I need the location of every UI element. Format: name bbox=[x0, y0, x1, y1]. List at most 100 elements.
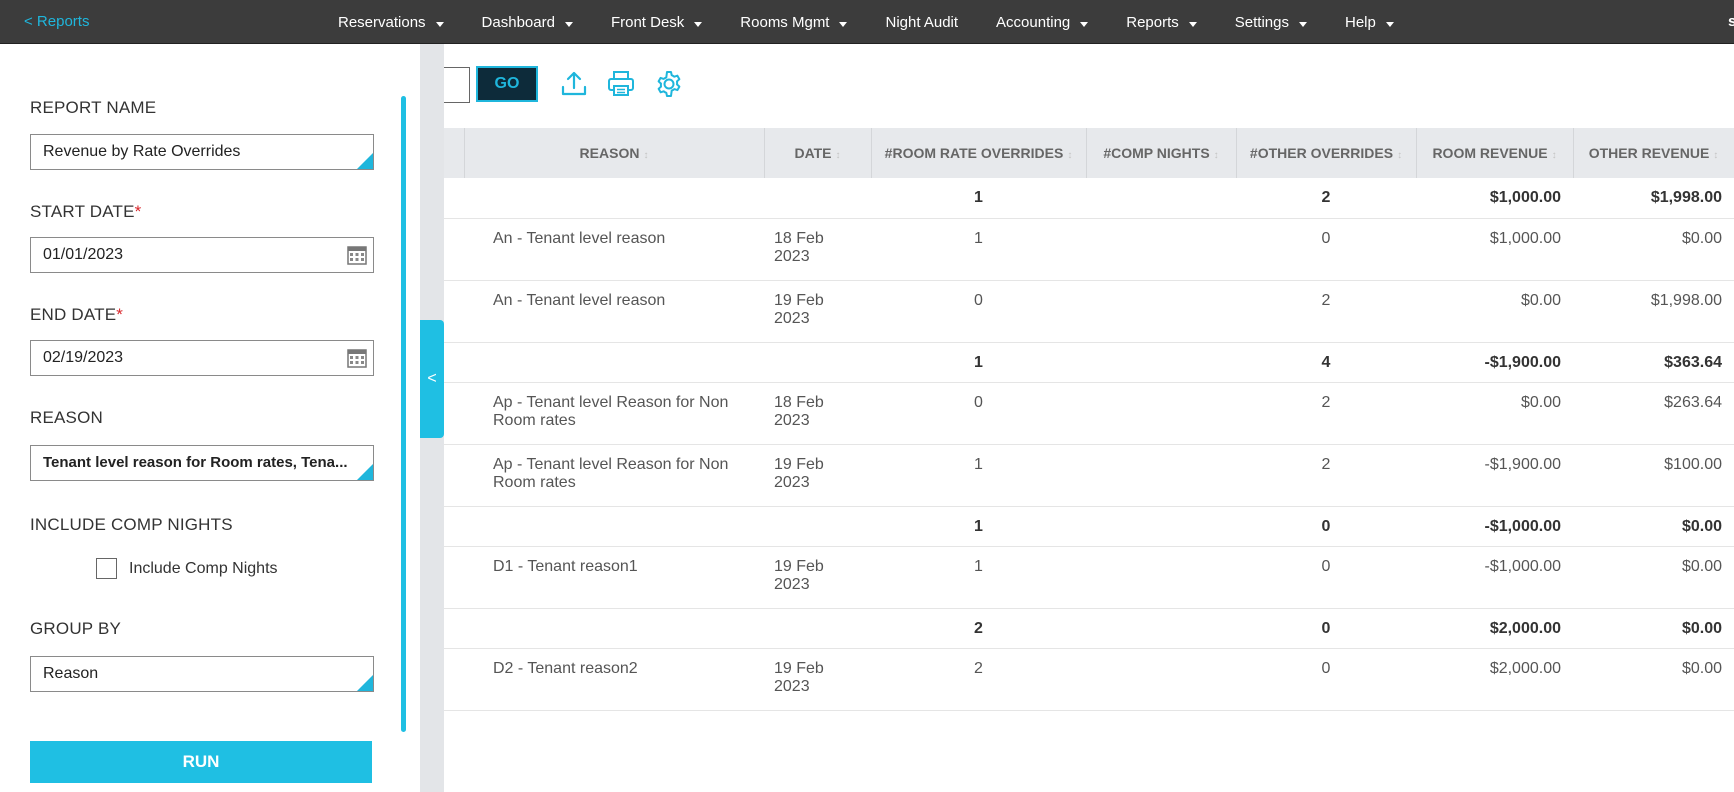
column-header-room-rate-overrides[interactable]: #ROOM RATE OVERRIDES ↕ bbox=[871, 128, 1087, 178]
group-total-row: 1 0 -$1,000.00 $0.00 bbox=[444, 506, 1734, 547]
column-header-reason[interactable]: REASON ↕ bbox=[464, 128, 765, 178]
nav-menu-item-accounting[interactable]: Accounting bbox=[996, 13, 1089, 31]
date-cell: 19 Feb 2023 bbox=[764, 546, 871, 609]
row-spacer-cell bbox=[444, 382, 464, 445]
column-header-room-revenue[interactable]: ROOM REVENUE ↕ bbox=[1416, 128, 1574, 178]
date-cell: 18 Feb 2023 bbox=[764, 382, 871, 445]
other-revenue-cell: $0.00 bbox=[1573, 546, 1734, 609]
settings-gear-icon[interactable] bbox=[655, 70, 683, 98]
room-revenue-cell: $1,000.00 bbox=[1416, 178, 1573, 219]
room-revenue-cell: $2,000.00 bbox=[1416, 648, 1573, 711]
table-header-row: REASON ↕ DATE ↕ #ROOM RATE OVERRIDES ↕ #COMP N… bbox=[444, 128, 1734, 178]
column-header-label: #COMP NIGHTS bbox=[1103, 145, 1210, 161]
room-rate-overrides-cell: 1 bbox=[871, 178, 1086, 219]
caret-down-icon bbox=[694, 21, 703, 27]
nav-menu-item-dashboard[interactable]: Dashboard bbox=[482, 14, 573, 31]
panel-scrollbar[interactable] bbox=[401, 96, 406, 732]
reason-cell bbox=[464, 178, 764, 219]
include-comp-nights-checkbox-label[interactable]: Include Comp Nights bbox=[129, 560, 278, 578]
nav-menu-item-settings[interactable]: Settings bbox=[1235, 14, 1307, 31]
nav-menu-item-front-desk[interactable]: Front Desk bbox=[611, 14, 703, 31]
date-day-month: 18 Feb bbox=[774, 393, 824, 411]
print-icon[interactable] bbox=[607, 70, 635, 98]
room-revenue-cell: $0.00 bbox=[1416, 382, 1573, 445]
nav-menu-item-reservations[interactable]: Reservations bbox=[338, 14, 444, 31]
caret-down-icon bbox=[564, 21, 573, 27]
start-date-value: 01/01/2023 bbox=[43, 246, 124, 263]
nav-menu-item-label: Settings bbox=[1234, 13, 1289, 31]
table-row: D2 - Tenant reason2 19 Feb 2023 2 0 $2,000.00… bbox=[444, 648, 1734, 711]
room-revenue-cell: -$1,900.00 bbox=[1416, 342, 1573, 383]
start-date-label: START DATE* bbox=[30, 202, 142, 221]
report-name-select[interactable]: Revenue by Rate Overrides bbox=[30, 134, 374, 170]
reason-cell: Ap - Tenant level Reason for Non Room ra… bbox=[464, 382, 764, 445]
go-button[interactable]: GO bbox=[476, 66, 538, 102]
sort-icon[interactable]: ↕ bbox=[1397, 150, 1402, 161]
sort-icon[interactable]: ↕ bbox=[1214, 150, 1219, 161]
reason-label: REASON bbox=[30, 408, 103, 427]
comp-nights-cell bbox=[1086, 280, 1236, 343]
other-overrides-cell: 0 bbox=[1236, 608, 1416, 649]
column-header-comp-nights[interactable]: #COMP NIGHTS ↕ bbox=[1086, 128, 1237, 178]
other-revenue-cell: $0.00 bbox=[1573, 506, 1734, 547]
column-header-label: DATE bbox=[794, 145, 832, 161]
room-revenue-cell: -$1,000.00 bbox=[1416, 546, 1573, 609]
comp-nights-cell bbox=[1086, 648, 1236, 711]
other-revenue-cell: $1,998.00 bbox=[1573, 178, 1734, 219]
room-rate-overrides-cell: 1 bbox=[871, 444, 1086, 507]
toolbar-input[interactable] bbox=[444, 67, 470, 103]
date-day-month: 19 Feb bbox=[774, 291, 824, 309]
date-cell: 19 Feb 2023 bbox=[764, 444, 871, 507]
top-navigation-bar: < Reports Reservations Dashboard Front Des… bbox=[0, 0, 1734, 44]
reason-select[interactable]: Tenant level reason for Room rates, Tena… bbox=[30, 445, 374, 481]
collapse-panel-button[interactable]: < bbox=[420, 320, 444, 438]
other-overrides-cell: 2 bbox=[1236, 444, 1416, 507]
other-overrides-cell: 2 bbox=[1236, 178, 1416, 219]
other-overrides-cell: 2 bbox=[1236, 280, 1416, 343]
report-name-label: REPORT NAME bbox=[30, 98, 157, 117]
calendar-icon[interactable] bbox=[347, 348, 367, 368]
column-header-date[interactable]: DATE ↕ bbox=[764, 128, 872, 178]
start-date-input[interactable]: 01/01/2023 bbox=[30, 237, 374, 273]
reason-cell: D2 - Tenant reason2 bbox=[464, 648, 764, 711]
group-total-row: 1 2 $1,000.00 $1,998.00 bbox=[444, 178, 1734, 219]
comp-nights-cell bbox=[1086, 546, 1236, 609]
caret-down-icon bbox=[1385, 21, 1394, 27]
reason-cell: D1 - Tenant reason1 bbox=[464, 546, 764, 609]
user-menu[interactable]: s bbox=[1728, 13, 1734, 30]
upload-icon[interactable] bbox=[560, 70, 588, 98]
date-cell bbox=[764, 506, 871, 547]
table-row: An - Tenant level reason 19 Feb 2023 0 2 $0.0… bbox=[444, 280, 1734, 343]
nav-menu-item-night-audit[interactable]: Night Audit bbox=[885, 14, 958, 31]
nav-menu-item-reports[interactable]: Reports bbox=[1126, 14, 1197, 31]
group-total-row: 2 0 $2,000.00 $0.00 bbox=[444, 608, 1734, 649]
sort-icon[interactable]: ↕ bbox=[1067, 150, 1072, 161]
date-year: 2023 bbox=[774, 247, 810, 265]
other-revenue-cell: $0.00 bbox=[1573, 218, 1734, 281]
sort-icon[interactable]: ↕ bbox=[1713, 150, 1718, 161]
comp-nights-cell bbox=[1086, 178, 1236, 219]
column-header-other-overrides[interactable]: #OTHER OVERRIDES ↕ bbox=[1236, 128, 1417, 178]
sort-icon[interactable]: ↕ bbox=[1552, 150, 1557, 161]
calendar-icon[interactable] bbox=[347, 245, 367, 265]
other-overrides-cell: 0 bbox=[1236, 546, 1416, 609]
nav-menu-item-label: Accounting bbox=[996, 13, 1071, 31]
column-header-other-revenue[interactable]: OTHER REVENUE ↕ bbox=[1573, 128, 1734, 178]
nav-menu-item-help[interactable]: Help bbox=[1345, 14, 1394, 31]
date-day-month: 19 Feb bbox=[774, 659, 824, 677]
caret-down-icon bbox=[435, 21, 444, 27]
row-spacer-cell bbox=[444, 218, 464, 281]
sort-icon[interactable]: ↕ bbox=[836, 150, 841, 161]
room-rate-overrides-cell: 2 bbox=[871, 648, 1086, 711]
run-button[interactable]: RUN bbox=[30, 741, 372, 783]
nav-menu-item-rooms-mgmt[interactable]: Rooms Mgmt bbox=[740, 14, 848, 31]
other-revenue-cell: $0.00 bbox=[1573, 648, 1734, 711]
sort-icon[interactable]: ↕ bbox=[643, 150, 648, 161]
nav-menu-item-label: Night Audit bbox=[885, 13, 959, 31]
table-row: An - Tenant level reason 18 Feb 2023 1 0 $1,0… bbox=[444, 218, 1734, 281]
back-to-reports-link[interactable]: < Reports bbox=[24, 13, 89, 30]
reason-cell: An - Tenant level reason bbox=[464, 218, 764, 281]
group-by-select[interactable]: Reason bbox=[30, 656, 374, 692]
include-comp-nights-checkbox[interactable] bbox=[96, 558, 117, 579]
end-date-input[interactable]: 02/19/2023 bbox=[30, 340, 374, 376]
